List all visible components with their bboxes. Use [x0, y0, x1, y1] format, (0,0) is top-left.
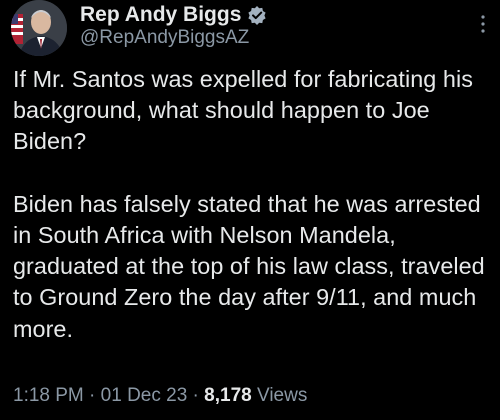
views-label: Views — [251, 385, 308, 406]
meta-separator: · — [187, 385, 205, 406]
avatar[interactable] — [11, 0, 67, 56]
tweet-time[interactable]: 1:18 PM — [13, 385, 84, 406]
avatar-image — [11, 0, 67, 56]
meta-separator: · — [83, 385, 101, 406]
more-options-icon[interactable] — [480, 12, 486, 36]
verified-badge-icon — [247, 5, 267, 25]
views-count: 8,178 — [204, 385, 252, 406]
tweet-text: If Mr. Santos was expelled for fabricati… — [13, 66, 485, 342]
author-handle[interactable]: @RepAndyBiggsAZ — [80, 26, 249, 50]
tweet-date[interactable]: 01 Dec 23 — [101, 385, 188, 406]
author-display-name[interactable]: Rep Andy Biggs — [80, 3, 241, 27]
tweet: Rep Andy Biggs @RepAndyBiggsAZ If Mr. Sa… — [0, 0, 500, 420]
tweet-meta: 1:18 PM · 01 Dec 23 · 8,178 Views — [13, 383, 307, 409]
author-name-row: Rep Andy Biggs — [80, 2, 267, 28]
